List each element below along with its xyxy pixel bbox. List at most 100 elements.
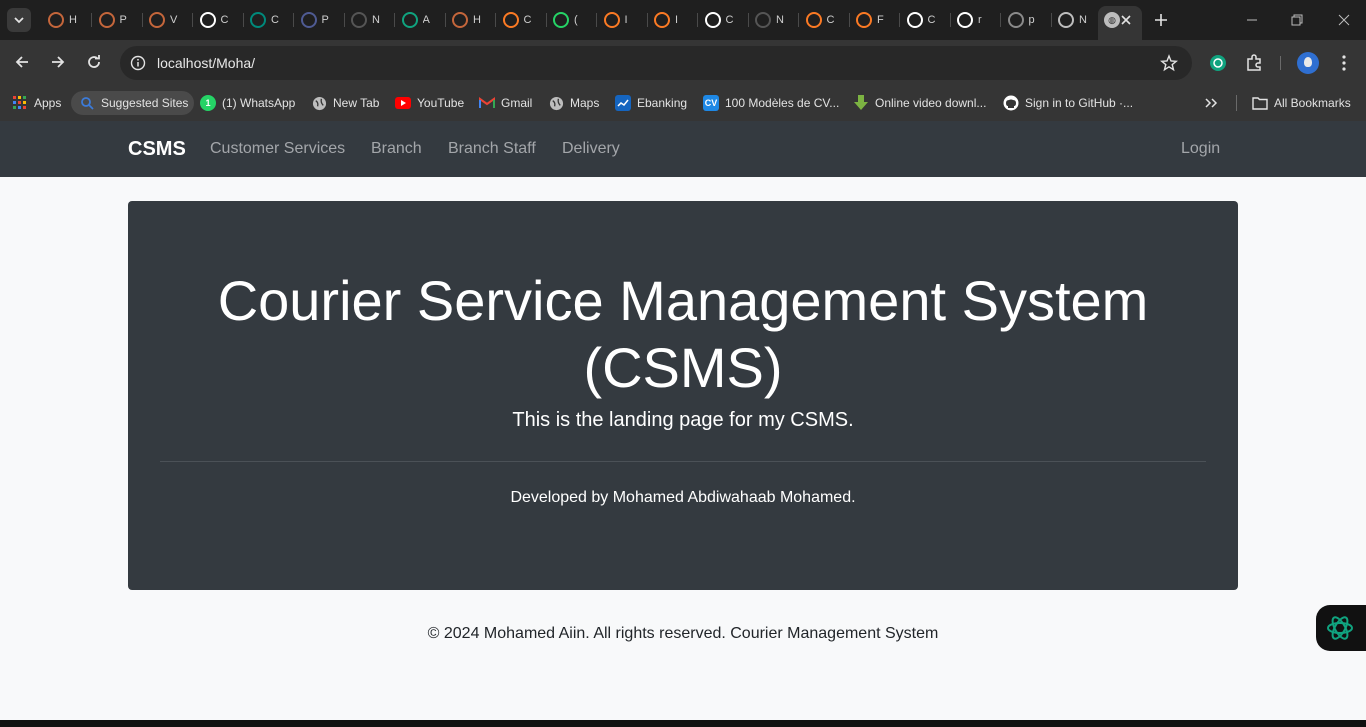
bookmark-apps[interactable]: Apps <box>12 91 61 115</box>
xampp-icon <box>48 12 64 28</box>
bookmark-label: 100 Modèles de CV... <box>725 96 840 110</box>
bookmarks-bar: Apps Suggested Sites 1 (1) WhatsApp New … <box>0 85 1366 121</box>
bookmark-new-tab[interactable]: New Tab <box>311 91 379 115</box>
browser-tab[interactable]: F <box>850 6 900 34</box>
browser-tab[interactable]: N <box>1052 6 1102 34</box>
browser-tab[interactable]: C <box>901 6 951 34</box>
bookmark-label: Gmail <box>501 96 533 110</box>
bookmark-star-icon[interactable] <box>1160 54 1178 72</box>
bookmark-label: Sign in to GitHub ·... <box>1025 96 1134 110</box>
browser-tab[interactable]: I <box>598 6 648 34</box>
browser-tab[interactable]: r <box>951 6 1001 34</box>
browser-tab[interactable]: p <box>1002 6 1052 34</box>
browser-tab[interactable]: I <box>648 6 698 34</box>
browser-tab[interactable]: N <box>345 6 395 34</box>
new-tab-icon[interactable] <box>1151 10 1171 30</box>
bookmark-all-bookmarks[interactable]: All Bookmarks <box>1252 91 1351 115</box>
chevron-down-icon <box>14 17 24 24</box>
tab-title: F <box>877 14 884 26</box>
tab-title: C <box>927 14 936 26</box>
browser-tab[interactable]: C <box>800 6 850 34</box>
url-text[interactable]: localhost/Moha/ <box>157 55 255 71</box>
bookmark-github[interactable]: Sign in to GitHub ·... <box>1003 91 1133 115</box>
address-bar[interactable]: localhost/Moha/ <box>120 46 1192 80</box>
bookmark-label: (1) WhatsApp <box>222 96 296 110</box>
browser-tab[interactable]: C <box>497 6 547 34</box>
xampp-icon <box>98 12 115 28</box>
bookmark-label: Ebanking <box>637 96 688 110</box>
reload-icon[interactable] <box>84 52 104 72</box>
tab-title: C <box>271 14 279 26</box>
tab-title: C <box>725 14 734 26</box>
xampp-icon <box>654 12 670 28</box>
bookmark-suggested-sites[interactable]: Suggested Sites <box>71 91 195 115</box>
google-meet-icon <box>250 12 266 28</box>
openai-gray-icon <box>1007 12 1024 28</box>
browser-tab[interactable]: C <box>699 6 749 34</box>
browser-tab[interactable]: P <box>295 6 345 34</box>
back-arrow-icon[interactable] <box>12 52 32 72</box>
browser-tab[interactable]: C <box>194 6 244 34</box>
browser-tab[interactable]: N <box>749 6 799 34</box>
profile-avatar[interactable] <box>1297 52 1319 74</box>
tab-title: C <box>523 14 532 26</box>
bookmark-label: Online video downl... <box>875 96 987 110</box>
browser-tab[interactable]: H <box>446 6 496 34</box>
browser-tab[interactable]: ( <box>547 6 597 34</box>
bookmark-label: New Tab <box>333 96 380 110</box>
cv-icon: CV <box>703 95 719 111</box>
chatgpt-extension-icon[interactable] <box>1208 53 1228 73</box>
browser-tab[interactable]: C <box>244 6 294 34</box>
bookmark-ebanking[interactable]: Ebanking <box>615 91 687 115</box>
xampp-icon <box>502 12 519 28</box>
xampp-icon <box>603 12 620 28</box>
bookmark-label: Suggested Sites <box>101 96 189 110</box>
bookmark-whatsapp[interactable]: 1 (1) WhatsApp <box>200 91 295 115</box>
browser-toolbar: localhost/Moha/ <box>0 40 1366 85</box>
bookmark-cv-templates[interactable]: CV 100 Modèles de CV... <box>703 91 839 115</box>
close-window-icon[interactable] <box>1336 12 1352 28</box>
bookmark-maps[interactable]: Maps <box>548 91 599 115</box>
browser-tab[interactable]: V <box>143 6 193 34</box>
nav-link-branch-staff[interactable]: Branch Staff <box>448 140 536 158</box>
login-link[interactable]: Login <box>1181 140 1220 158</box>
divider <box>160 461 1206 462</box>
chatgpt-icon <box>1327 616 1353 640</box>
chevron-double-right-icon[interactable] <box>1203 95 1219 111</box>
chatgpt-icon <box>401 12 418 28</box>
navbar-brand[interactable]: CSMS <box>128 138 186 161</box>
ai-assistant-button[interactable] <box>1316 605 1366 651</box>
site-info-icon[interactable] <box>130 55 146 71</box>
tab-search-button[interactable] <box>7 8 31 32</box>
chatgpt-icon <box>704 12 721 28</box>
kebab-menu-icon[interactable] <box>1334 53 1354 73</box>
bookmark-label: Maps <box>570 96 600 110</box>
bookmark-label: YouTube <box>417 96 465 110</box>
restore-icon[interactable] <box>1289 12 1305 28</box>
toolbar-divider <box>1280 56 1281 70</box>
chatgpt-icon <box>199 12 216 28</box>
taskbar-strip <box>0 720 1366 727</box>
php-icon <box>300 12 317 28</box>
nav-link-customer-services[interactable]: Customer Services <box>210 140 345 158</box>
xampp-icon <box>149 12 165 28</box>
tab-title: I <box>624 14 628 26</box>
tab-title: A <box>422 14 430 26</box>
tab-title: P <box>321 14 329 26</box>
forward-arrow-icon[interactable] <box>48 52 68 72</box>
browser-tab[interactable]: A <box>396 6 446 34</box>
bookmark-youtube[interactable]: YouTube <box>395 91 464 115</box>
folder-icon <box>1252 95 1268 111</box>
bookmark-gmail[interactable]: Gmail <box>479 91 532 115</box>
minimize-icon[interactable] <box>1244 12 1260 28</box>
bookmark-video-downloader[interactable]: Online video downl... <box>853 91 986 115</box>
extensions-puzzle-icon[interactable] <box>1244 53 1264 73</box>
youtube-icon <box>395 95 411 111</box>
nav-link-delivery[interactable]: Delivery <box>562 140 620 158</box>
nav-link-branch[interactable]: Branch <box>371 140 422 158</box>
bookmark-label: All Bookmarks <box>1274 96 1351 110</box>
browser-tab[interactable]: P <box>93 6 143 34</box>
github-icon <box>1003 95 1019 111</box>
browser-tab[interactable]: H <box>42 6 92 34</box>
close-tab-icon[interactable] <box>1118 12 1134 28</box>
